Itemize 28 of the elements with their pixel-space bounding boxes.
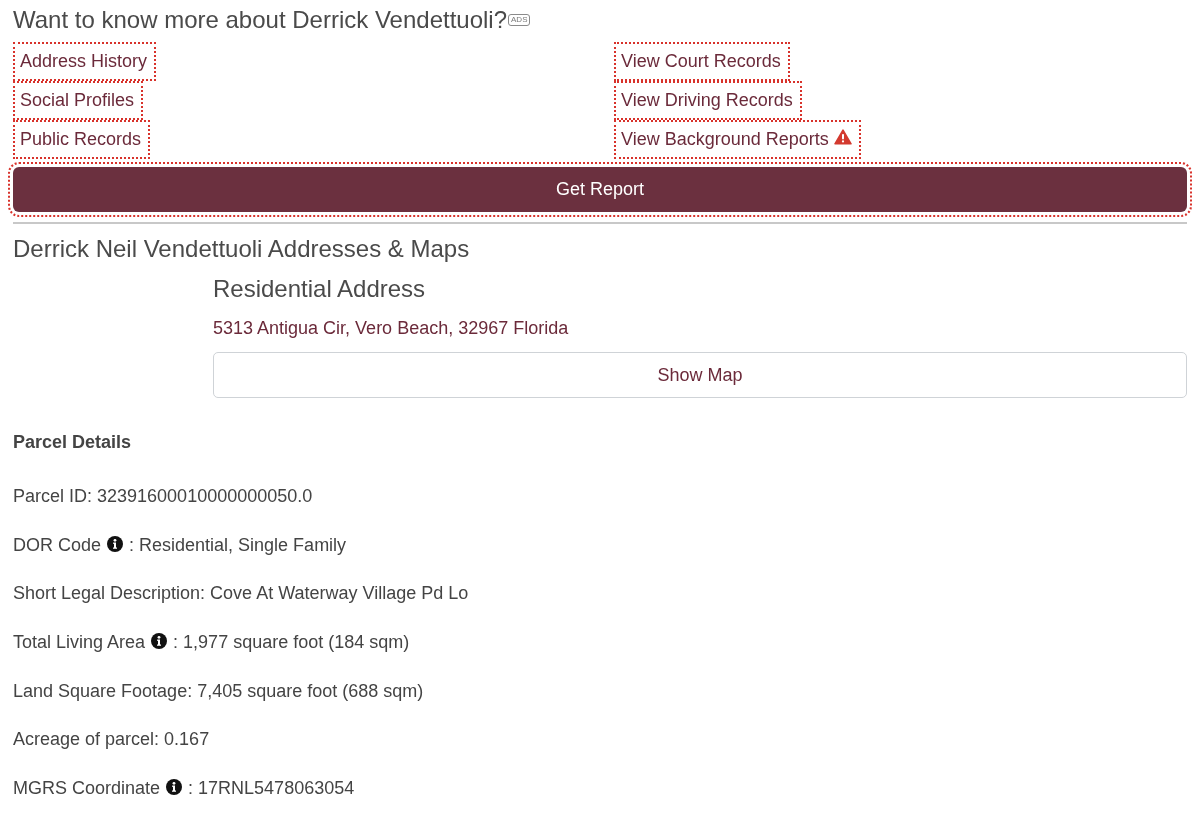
parcel-value: 32391600010000000050.0	[97, 485, 313, 508]
parcel-label: DOR Code	[13, 533, 102, 557]
parcel-value: 0.167	[164, 728, 210, 752]
report-link[interactable]: Social Profiles	[13, 81, 144, 120]
parcel-details-title: Parcel Details	[13, 431, 132, 454]
parcel-value: Cove At Waterway Village Pd Lo	[210, 582, 469, 606]
parcel-label: MGRS Coordinate	[13, 777, 161, 801]
report-link[interactable]: Address History	[13, 42, 157, 81]
section-heading: Derrick Neil Vendettuoli Addresses & Maps	[13, 234, 470, 264]
parcel-value: : 1,977 square foot (184 sqm)	[173, 631, 410, 655]
parcel-label: Short Legal Description:	[13, 582, 206, 606]
report-link[interactable]: View Driving Records	[614, 81, 802, 120]
section-heading: Want to know more about Derrick Vendettuoli?	[13, 5, 508, 35]
parcel-value: 7,405 square foot (688 sqm)	[197, 679, 424, 703]
parcel-label: Parcel ID:	[13, 485, 93, 508]
ad-label: ADS	[508, 14, 531, 26]
parcel-label: Land Square Footage:	[13, 679, 193, 703]
address-link[interactable]: 5313 Antigua Cir, Vero Beach, 32967 Florida	[213, 318, 569, 338]
warning-icon	[833, 128, 852, 145]
report-link[interactable]: Public Records	[13, 120, 151, 159]
address-type-label: Residential Address	[213, 274, 426, 304]
parcel-label: Total Living Area	[13, 631, 146, 655]
show-map-button[interactable]: Show Map	[213, 352, 1187, 398]
parcel-value: : Residential, Single Family	[129, 533, 347, 557]
parcel-label: Acreage of parcel:	[13, 728, 160, 752]
report-link[interactable]: View Background Reports	[614, 120, 861, 159]
parcel-value: : 17RNL5478063054	[188, 777, 355, 801]
report-link[interactable]: View Court Records	[614, 42, 790, 81]
